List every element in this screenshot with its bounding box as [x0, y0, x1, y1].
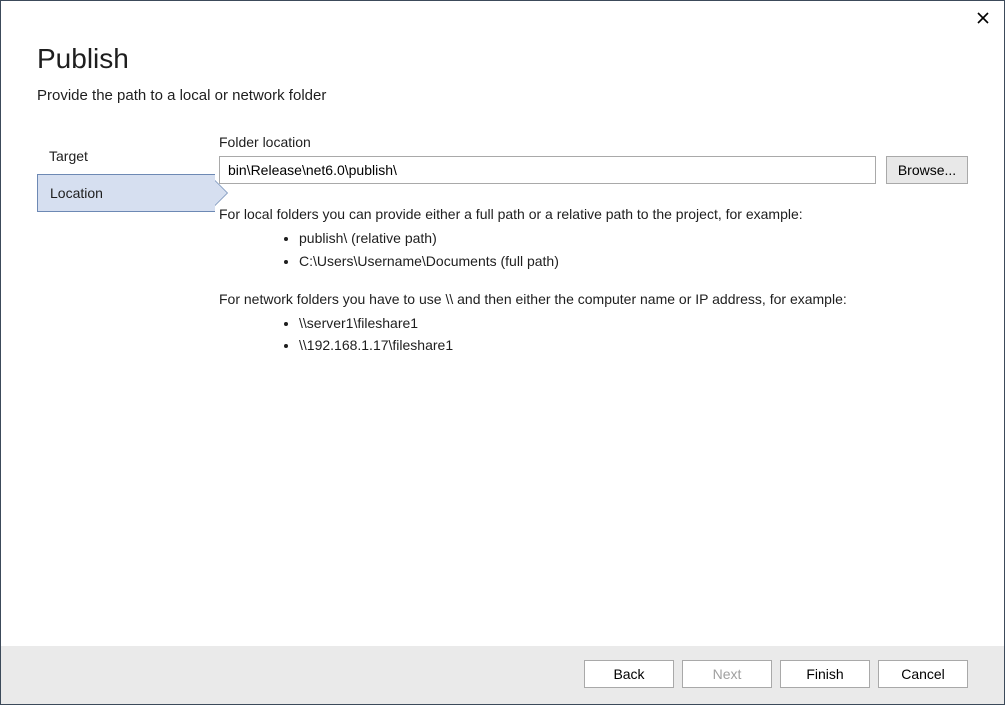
- list-item: \\192.168.1.17\fileshare1: [299, 335, 968, 355]
- back-button[interactable]: Back: [584, 660, 674, 688]
- dialog-footer: Back Next Finish Cancel: [1, 646, 1004, 704]
- titlebar: [1, 1, 1004, 31]
- sidebar-item-label: Location: [50, 185, 103, 201]
- content-panel: Folder location Browse... For local fold…: [215, 134, 968, 646]
- list-item: \\server1\fileshare1: [299, 313, 968, 333]
- sidebar-item-target[interactable]: Target: [37, 138, 215, 174]
- list-item: C:\Users\Username\Documents (full path): [299, 251, 968, 271]
- folder-input-row: Browse...: [219, 156, 968, 184]
- page-title: Publish: [37, 43, 968, 75]
- help-local-list: publish\ (relative path) C:\Users\Userna…: [299, 228, 968, 271]
- dialog-header: Publish Provide the path to a local or n…: [1, 31, 1004, 114]
- help-text: For local folders you can provide either…: [219, 204, 968, 356]
- cancel-button[interactable]: Cancel: [878, 660, 968, 688]
- page-subtitle: Provide the path to a local or network f…: [37, 87, 968, 104]
- help-network-list: \\server1\fileshare1 \\192.168.1.17\file…: [299, 313, 968, 356]
- help-network-intro: For network folders you have to use \\ a…: [219, 289, 968, 309]
- help-local-intro: For local folders you can provide either…: [219, 204, 968, 224]
- folder-location-label: Folder location: [219, 134, 968, 150]
- folder-location-input[interactable]: [219, 156, 876, 184]
- sidebar-item-location[interactable]: Location: [37, 174, 215, 212]
- sidebar-item-label: Target: [49, 148, 88, 164]
- close-icon[interactable]: [974, 9, 992, 27]
- list-item: publish\ (relative path): [299, 228, 968, 248]
- wizard-sidebar: Target Location: [37, 134, 215, 646]
- main-area: Target Location Folder location Browse..…: [1, 114, 1004, 646]
- finish-button[interactable]: Finish: [780, 660, 870, 688]
- browse-button[interactable]: Browse...: [886, 156, 968, 184]
- next-button: Next: [682, 660, 772, 688]
